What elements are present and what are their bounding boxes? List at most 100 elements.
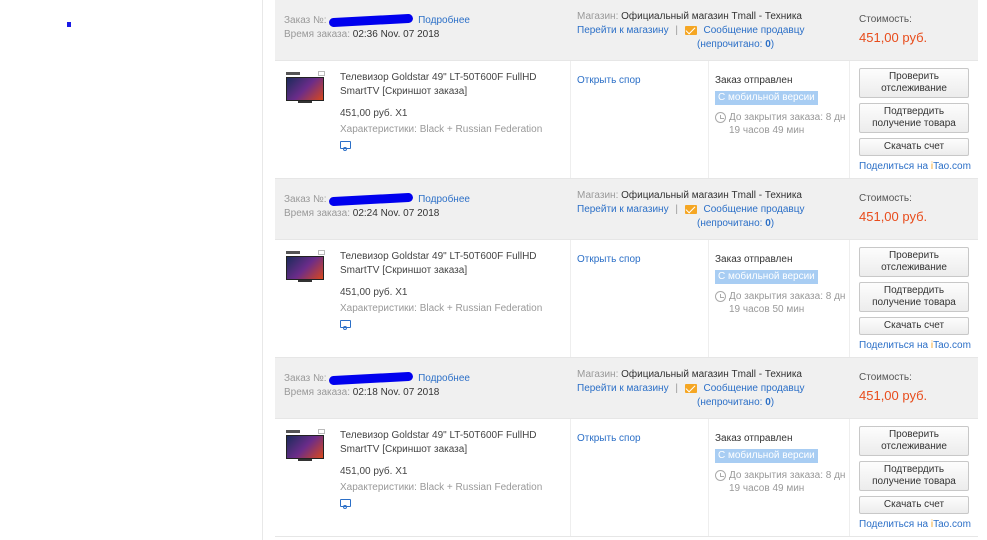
message-seller-link[interactable]: Сообщение продавцу <box>704 25 805 36</box>
product-cell: Телевизор Goldstar 49" LT-50T600F FullHD… <box>275 61 571 178</box>
open-dispute-link[interactable]: Открыть спор <box>577 433 641 444</box>
goto-shop-link[interactable]: Перейти к магазину <box>577 204 669 215</box>
order-header: Заказ №: Подробнее Время заказа: 02:24 N… <box>275 179 978 240</box>
open-dispute-link[interactable]: Открыть спор <box>577 254 641 265</box>
cost-value: 451,00 руб. <box>859 30 928 45</box>
orders-list: Заказ №: Подробнее Время заказа: 02:36 N… <box>275 0 978 537</box>
order-cost: Стоимость: 451,00 руб. <box>850 0 978 60</box>
product-title[interactable]: Телевизор Goldstar 49" LT-50T600F FullHD… <box>340 71 570 99</box>
order-number-redacted <box>329 192 414 207</box>
confirm-receipt-button[interactable]: Подтвердить получение товара <box>859 103 969 133</box>
mail-icon <box>684 25 697 35</box>
share-itao-link[interactable]: Поделиться на iTao.com <box>859 161 978 173</box>
cost-value: 451,00 руб. <box>859 388 928 403</box>
dispute-cell: Открыть спор <box>571 419 709 536</box>
order-header: Заказ №: Подробнее Время заказа: 02:36 N… <box>275 0 978 61</box>
goto-shop-link[interactable]: Перейти к магазину <box>577 25 669 36</box>
product-price-qty: 451,00 руб. X1 <box>340 108 408 119</box>
shop-name: Официальный магазин Tmall - Техника <box>621 190 802 201</box>
shop-name: Официальный магазин Tmall - Техника <box>621 11 802 22</box>
product-thumbnail[interactable] <box>284 71 330 109</box>
clock-icon <box>715 112 726 123</box>
download-invoice-button[interactable]: Скачать счет <box>859 138 969 156</box>
order-cost: Стоимость: 451,00 руб. <box>850 358 978 418</box>
order-info: Заказ №: Подробнее Время заказа: 02:18 N… <box>275 358 571 418</box>
unread-count[interactable]: (непрочитано: 0) <box>697 39 774 50</box>
product-characteristics: Характеристики: Black + Russian Federati… <box>340 124 543 135</box>
unread-count[interactable]: (непрочитано: 0) <box>697 218 774 229</box>
order-details-link[interactable]: Подробнее <box>418 373 470 384</box>
cost-label: Стоимость: <box>859 372 912 383</box>
left-marker <box>67 22 71 27</box>
actions-cell: Проверить отслеживание Подтвердить получ… <box>850 419 978 536</box>
message-seller-link[interactable]: Сообщение продавцу <box>704 383 805 394</box>
order-number-label: Заказ №: <box>284 373 327 384</box>
unread-count[interactable]: (непрочитано: 0) <box>697 397 774 408</box>
message-seller-link[interactable]: Сообщение продавцу <box>704 204 805 215</box>
track-button[interactable]: Проверить отслеживание <box>859 247 969 277</box>
order-card: Заказ №: Подробнее Время заказа: 02:24 N… <box>275 179 978 358</box>
mobile-version-badge: С мобильной версии <box>715 449 818 463</box>
status-cell: Заказ отправлен С мобильной версии До за… <box>709 419 850 536</box>
share-itao-link[interactable]: Поделиться на iTao.com <box>859 340 978 352</box>
product-thumbnail[interactable] <box>284 429 330 467</box>
order-body: Телевизор Goldstar 49" LT-50T600F FullHD… <box>275 61 978 179</box>
product-title[interactable]: Телевизор Goldstar 49" LT-50T600F FullHD… <box>340 250 570 278</box>
product-title[interactable]: Телевизор Goldstar 49" LT-50T600F FullHD… <box>340 429 570 457</box>
product-price-qty: 451,00 руб. X1 <box>340 466 408 477</box>
goto-shop-link[interactable]: Перейти к магазину <box>577 383 669 394</box>
order-details-link[interactable]: Подробнее <box>418 194 470 205</box>
confirm-receipt-button[interactable]: Подтвердить получение товара <box>859 461 969 491</box>
order-info: Заказ №: Подробнее Время заказа: 02:24 N… <box>275 179 571 239</box>
download-invoice-button[interactable]: Скачать счет <box>859 496 969 514</box>
separator: | <box>675 204 678 215</box>
product-cell: Телевизор Goldstar 49" LT-50T600F FullHD… <box>275 240 571 357</box>
left-pane <box>0 0 263 540</box>
order-body: Телевизор Goldstar 49" LT-50T600F FullHD… <box>275 240 978 358</box>
order-status: Заказ отправлен <box>715 75 793 86</box>
shop-info: Магазин: Официальный магазин Tmall - Тех… <box>571 0 850 60</box>
actions-cell: Проверить отслеживание Подтвердить получ… <box>850 61 978 178</box>
confirm-receipt-button[interactable]: Подтвердить получение товара <box>859 282 969 312</box>
order-time: 02:24 Nov. 07 2018 <box>352 208 440 219</box>
track-button[interactable]: Проверить отслеживание <box>859 68 969 98</box>
product-price-qty: 451,00 руб. X1 <box>340 287 408 298</box>
product-thumbnail[interactable] <box>284 250 330 288</box>
download-invoice-button[interactable]: Скачать счет <box>859 317 969 335</box>
share-itao-link[interactable]: Поделиться на iTao.com <box>859 519 978 531</box>
order-card: Заказ №: Подробнее Время заказа: 02:18 N… <box>275 358 978 537</box>
track-button[interactable]: Проверить отслеживание <box>859 426 969 456</box>
shop-label: Магазин: <box>577 190 619 201</box>
separator: | <box>675 383 678 394</box>
product-characteristics: Характеристики: Black + Russian Federati… <box>340 303 543 314</box>
delivery-truck-icon[interactable] <box>340 141 351 151</box>
delivery-truck-icon[interactable] <box>340 320 351 330</box>
actions-cell: Проверить отслеживание Подтвердить получ… <box>850 240 978 357</box>
dispute-cell: Открыть спор <box>571 240 709 357</box>
close-timer: До закрытия заказа: 8 дн 19 часов 49 мин <box>715 111 849 137</box>
product-cell: Телевизор Goldstar 49" LT-50T600F FullHD… <box>275 419 571 536</box>
close-timer: До закрытия заказа: 8 дн 19 часов 49 мин <box>715 469 849 495</box>
order-time: 02:18 Nov. 07 2018 <box>352 387 440 398</box>
order-details-link[interactable]: Подробнее <box>418 15 470 26</box>
open-dispute-link[interactable]: Открыть спор <box>577 75 641 86</box>
order-time: 02:36 Nov. 07 2018 <box>352 29 440 40</box>
order-info: Заказ №: Подробнее Время заказа: 02:36 N… <box>275 0 571 60</box>
order-status: Заказ отправлен <box>715 254 793 265</box>
tv-image <box>286 435 324 459</box>
order-cost: Стоимость: 451,00 руб. <box>850 179 978 239</box>
cost-label: Стоимость: <box>859 14 912 25</box>
tv-image <box>286 77 324 101</box>
cost-label: Стоимость: <box>859 193 912 204</box>
mail-icon <box>684 383 697 393</box>
order-status: Заказ отправлен <box>715 433 793 444</box>
product-characteristics: Характеристики: Black + Russian Federati… <box>340 482 543 493</box>
mobile-version-badge: С мобильной версии <box>715 270 818 284</box>
shop-info: Магазин: Официальный магазин Tmall - Тех… <box>571 358 850 418</box>
shop-label: Магазин: <box>577 11 619 22</box>
dispute-cell: Открыть спор <box>571 61 709 178</box>
shop-label: Магазин: <box>577 369 619 380</box>
tv-image <box>286 256 324 280</box>
clock-icon <box>715 291 726 302</box>
delivery-truck-icon[interactable] <box>340 499 351 509</box>
